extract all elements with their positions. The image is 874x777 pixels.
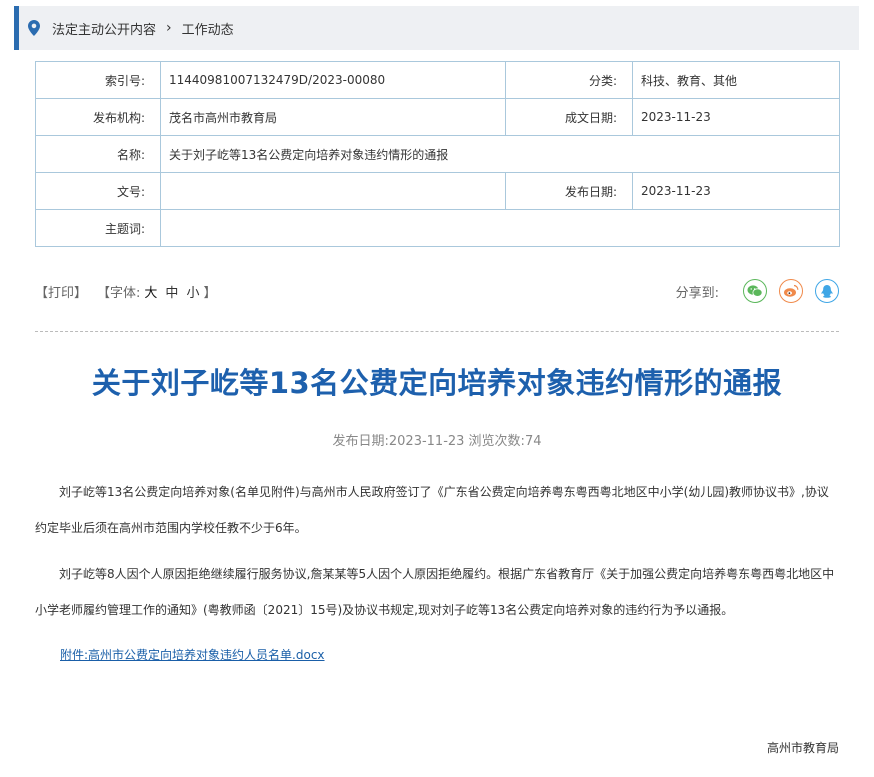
publisher-value: 茂名市高州市教育局: [160, 98, 506, 136]
table-row: 发布机构: 茂名市高州市教育局 成文日期: 2023-11-23: [35, 98, 840, 136]
location-pin-icon: [28, 20, 40, 36]
breadcrumb-link-news[interactable]: 工作动态: [182, 19, 234, 38]
attachment-link[interactable]: 附件:高州市公费定向培养对象违约人员名单.docx: [60, 646, 325, 663]
font-size-small-button[interactable]: 小: [186, 282, 199, 301]
created-date-label: 成文日期:: [505, 98, 633, 136]
font-size-bracket: 】: [203, 285, 217, 301]
print-button[interactable]: 【打印】: [35, 282, 87, 301]
font-size-label: 【字体:: [97, 285, 141, 301]
breadcrumb-link-disclosure[interactable]: 法定主动公开内容: [52, 19, 156, 38]
name-value: 关于刘子屹等13名公费定向培养对象违约情形的通报: [160, 135, 840, 173]
publish-date-label: 发布日期:: [505, 172, 633, 210]
share-label: 分享到:: [675, 285, 719, 301]
article-title: 关于刘子屹等13名公费定向培养对象违约情形的通报: [91, 366, 783, 400]
wechat-icon[interactable]: [743, 279, 767, 303]
category-label: 分类:: [505, 61, 633, 99]
article-paragraph: 刘子屹等13名公费定向培养对象(名单见附件)与高州市人民政府签订了《广东省公费定…: [35, 485, 829, 535]
article-paragraph: 刘子屹等8人因个人原因拒绝继续履行服务协议,詹某某等5人因个人原因拒绝履约。根据…: [35, 567, 835, 617]
index-no-value: 11440981007132479D/2023-00080: [160, 61, 506, 99]
font-size-large-button[interactable]: 大: [144, 282, 157, 301]
doc-no-label: 文号:: [35, 172, 161, 210]
breadcrumb: 法定主动公开内容 › 工作动态: [14, 6, 859, 50]
table-row: 文号: 发布日期: 2023-11-23: [35, 172, 840, 210]
table-row: 主题词:: [35, 209, 840, 247]
index-no-label: 索引号:: [35, 61, 161, 99]
chevron-right-icon: ›: [166, 20, 172, 36]
font-size-medium-button[interactable]: 中: [165, 282, 178, 301]
page: 法定主动公开内容 › 工作动态 索引号: 11440981007132479D/…: [0, 0, 874, 777]
article-info: 发布日期:2023-11-23 浏览次数:74: [332, 434, 542, 449]
created-date-value: 2023-11-23: [632, 98, 840, 136]
doc-no-value: [160, 172, 506, 210]
category-value: 科技、教育、其他: [632, 61, 840, 99]
metadata-table: 索引号: 11440981007132479D/2023-00080 分类: 科…: [35, 61, 840, 247]
share-group: 分享到:: [676, 279, 839, 303]
signature: 高州市教育局: [766, 741, 839, 755]
weibo-icon[interactable]: [779, 279, 803, 303]
publish-date-value: 2023-11-23: [632, 172, 840, 210]
keywords-value: [160, 209, 840, 247]
qq-icon[interactable]: [815, 279, 839, 303]
name-label: 名称:: [35, 135, 161, 173]
table-row: 索引号: 11440981007132479D/2023-00080 分类: 科…: [35, 61, 840, 99]
keywords-label: 主题词:: [35, 209, 161, 247]
dashed-divider: [35, 331, 839, 332]
article-toolbar: 【打印】 【字体: 大 中 小 】 分享到:: [35, 277, 839, 305]
publisher-label: 发布机构:: [35, 98, 161, 136]
table-row: 名称: 关于刘子屹等13名公费定向培养对象违约情形的通报: [35, 135, 840, 173]
